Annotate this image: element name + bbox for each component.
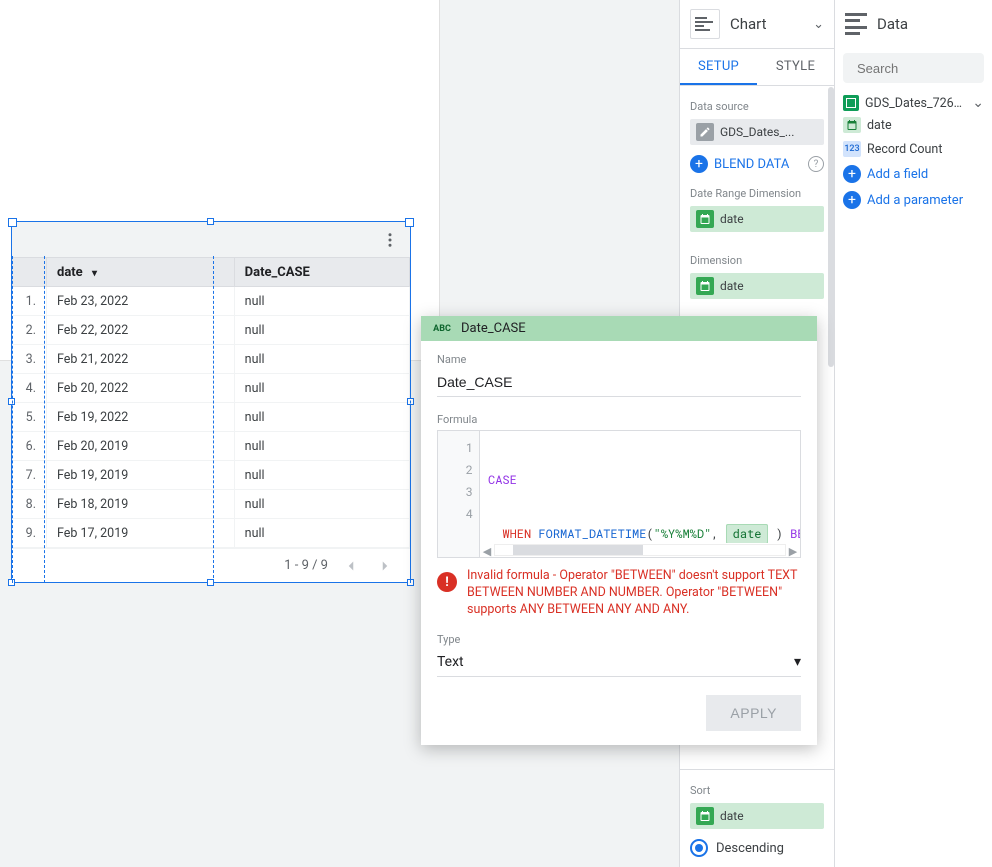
data-source-label: Data source [690, 100, 824, 113]
tab-setup[interactable]: SETUP [680, 49, 757, 85]
field-label: Record Count [867, 142, 942, 157]
add-parameter-label: Add a parameter [867, 193, 963, 208]
data-icon [845, 13, 867, 35]
sort-descending-radio[interactable]: Descending [690, 839, 824, 857]
data-panel-header: Data [835, 0, 992, 49]
type-value: Text [437, 654, 464, 670]
date-range-dim-chip[interactable]: date [690, 206, 824, 232]
config-tabs: SETUP STYLE [680, 49, 834, 86]
name-label: Name [437, 353, 801, 366]
text-type-icon: ABC [431, 321, 453, 337]
sheets-icon [843, 95, 859, 111]
plus-circle-icon: + [843, 165, 861, 183]
line-gutter: 1234 [438, 431, 480, 557]
error-message: Invalid formula - Operator "BETWEEN" doe… [467, 568, 801, 619]
data-source-name: GDS_Dates_... [720, 125, 818, 139]
sort-descending-label: Descending [716, 841, 784, 856]
sort-section: Sort date Descending [680, 769, 834, 867]
sort-field: date [720, 809, 818, 823]
token-func: FORMAT_DATETIME [538, 526, 646, 542]
chevron-down-icon: ⌄ [813, 17, 824, 32]
blend-data-button[interactable]: + BLEND DATA ? [690, 151, 824, 177]
chart-label: Chart [730, 15, 803, 33]
chart-type-selector[interactable]: Chart ⌄ [680, 0, 834, 49]
scrollbar[interactable] [828, 87, 834, 367]
add-parameter-button[interactable]: + Add a parameter [835, 187, 992, 213]
type-select[interactable]: Text ▾ [437, 650, 801, 677]
plus-circle-icon: + [690, 155, 708, 173]
calculated-field-editor: ABC Date_CASE Name Formula 1234 CASE WHE… [421, 316, 817, 745]
col-divider [44, 256, 45, 583]
editor-header: ABC Date_CASE [421, 316, 817, 341]
formula-error: ! Invalid formula - Operator "BETWEEN" d… [437, 568, 801, 619]
field-row[interactable]: date [835, 113, 992, 137]
col-divider [410, 256, 411, 583]
formula-editor[interactable]: 1234 CASE WHEN FORMAT_DATETIME("%Y%M%D",… [437, 430, 801, 558]
apply-button[interactable]: APPLY [706, 695, 801, 731]
formula-label: Formula [437, 413, 801, 426]
selection-outline [11, 221, 411, 583]
token-between: BETWEEN [790, 526, 800, 542]
date-range-dim-field: date [720, 212, 818, 226]
field-name-input[interactable] [437, 370, 801, 397]
dimension-field: date [720, 279, 818, 293]
token-when: WHEN [502, 526, 531, 542]
data-panel-title: Data [877, 15, 908, 33]
data-source-title: GDS_Dates_72619... [865, 96, 966, 111]
type-label: Type [437, 633, 801, 646]
radio-icon [690, 839, 708, 857]
data-source-chip[interactable]: GDS_Dates_... [690, 119, 824, 145]
calendar-icon [696, 210, 714, 228]
horizontal-scrollbar[interactable]: ◀ ▶ [480, 543, 800, 557]
table-chart-icon [690, 9, 720, 39]
formula-code[interactable]: CASE WHEN FORMAT_DATETIME("%Y%M%D", date… [480, 431, 800, 557]
plus-circle-icon: + [843, 191, 861, 209]
chevron-down-icon: ▾ [794, 654, 801, 670]
sort-label: Sort [690, 784, 824, 797]
add-field-button[interactable]: + Add a field [835, 161, 992, 187]
token-str: "%Y%M%D" [654, 526, 712, 542]
token-case: CASE [488, 472, 517, 488]
col-divider [213, 256, 214, 583]
field-label: date [867, 118, 892, 133]
tab-style[interactable]: STYLE [757, 49, 834, 85]
calendar-icon [696, 277, 714, 295]
add-field-label: Add a field [867, 167, 928, 182]
data-panel: Data GDS_Dates_72619... ⌄ date 123 Record … [835, 0, 992, 867]
number-type-icon: 123 [843, 141, 861, 157]
calendar-icon [696, 807, 714, 825]
data-source-row[interactable]: GDS_Dates_72619... ⌄ [835, 93, 992, 113]
col-divider [12, 256, 13, 583]
data-search-field[interactable] [857, 61, 992, 76]
dimension-label: Dimension [690, 254, 824, 267]
help-icon[interactable]: ? [808, 156, 824, 172]
calendar-icon [843, 117, 861, 133]
date-range-dim-label: Date Range Dimension [690, 187, 824, 200]
dimension-chip[interactable]: date [690, 273, 824, 299]
sort-field-chip[interactable]: date [690, 803, 824, 829]
blend-data-label: BLEND DATA [714, 157, 789, 172]
collapse-icon[interactable]: ⌄ [972, 95, 984, 111]
error-icon: ! [437, 572, 457, 592]
pencil-icon [696, 123, 714, 141]
data-search-input[interactable] [843, 53, 984, 83]
token-field: date [726, 524, 769, 544]
field-row[interactable]: 123 Record Count [835, 137, 992, 161]
editor-header-name: Date_CASE [461, 321, 526, 336]
